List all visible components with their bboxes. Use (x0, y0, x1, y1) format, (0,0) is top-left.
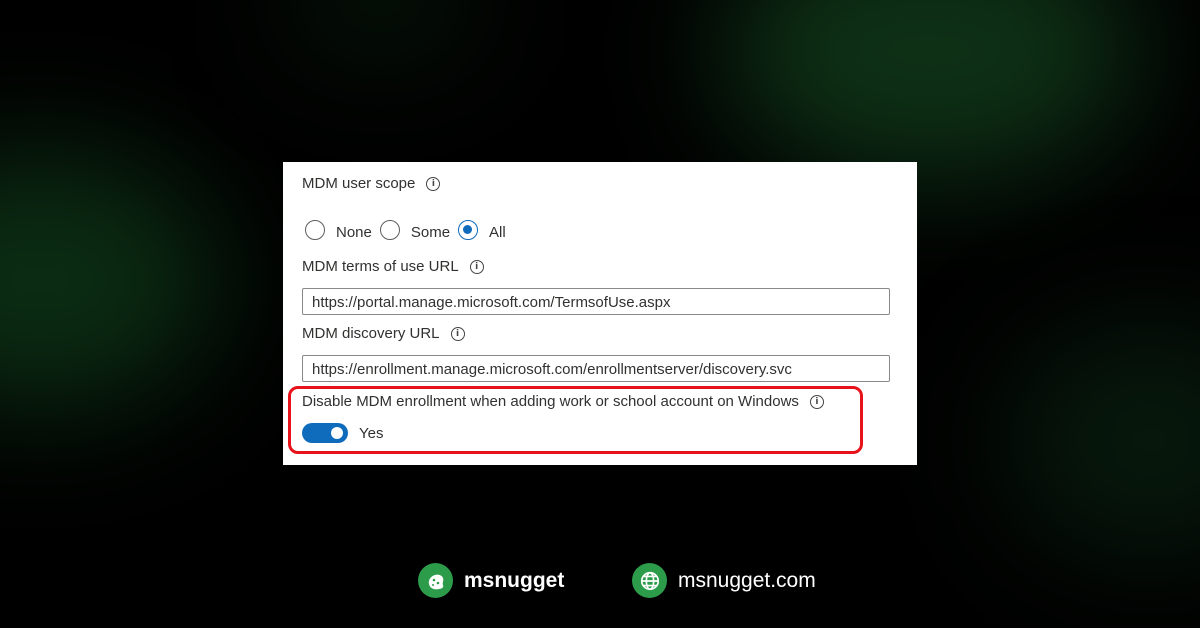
discovery-url-input[interactable]: https://enrollment.manage.microsoft.com/… (302, 355, 890, 382)
footer: msnugget msnugget.com (0, 563, 1200, 603)
site-url: msnugget.com (678, 568, 816, 592)
highlight-box (288, 386, 863, 454)
brand: msnugget (418, 563, 564, 598)
radio-some[interactable]: Some (379, 218, 451, 241)
background-glow (0, 150, 220, 410)
discovery-url-label: MDM discovery URL (302, 325, 440, 342)
terms-url-label-row: MDM terms of use URL i (302, 258, 484, 275)
radio-circle-selected[interactable] (458, 219, 479, 240)
background-glow (280, 0, 480, 60)
info-icon[interactable]: i (426, 176, 441, 191)
nugget-logo-icon (418, 563, 453, 598)
background-glow (720, 0, 1140, 180)
user-scope-radio-group: None Some All (305, 218, 514, 241)
background-glow (1000, 320, 1200, 560)
radio-label-some: Some (410, 224, 451, 241)
radio-all[interactable]: All (458, 218, 506, 241)
user-scope-label: MDM user scope (302, 175, 416, 192)
radio-none[interactable]: None (305, 218, 372, 241)
radio-label-none: None (336, 224, 372, 241)
brand-name: msnugget (464, 568, 565, 592)
info-icon[interactable]: i (469, 259, 484, 274)
site-link[interactable]: msnugget.com (632, 563, 816, 598)
terms-url-label: MDM terms of use URL (302, 258, 459, 275)
terms-url-input[interactable]: https://portal.manage.microsoft.com/Term… (302, 288, 890, 315)
user-scope-label-row: MDM user scope i (302, 175, 441, 192)
discovery-url-label-row: MDM discovery URL i (302, 325, 465, 342)
info-icon[interactable]: i (450, 326, 465, 341)
radio-label-all: All (489, 224, 506, 241)
radio-circle[interactable] (305, 219, 325, 240)
globe-icon (632, 563, 667, 598)
radio-circle[interactable] (379, 219, 400, 240)
